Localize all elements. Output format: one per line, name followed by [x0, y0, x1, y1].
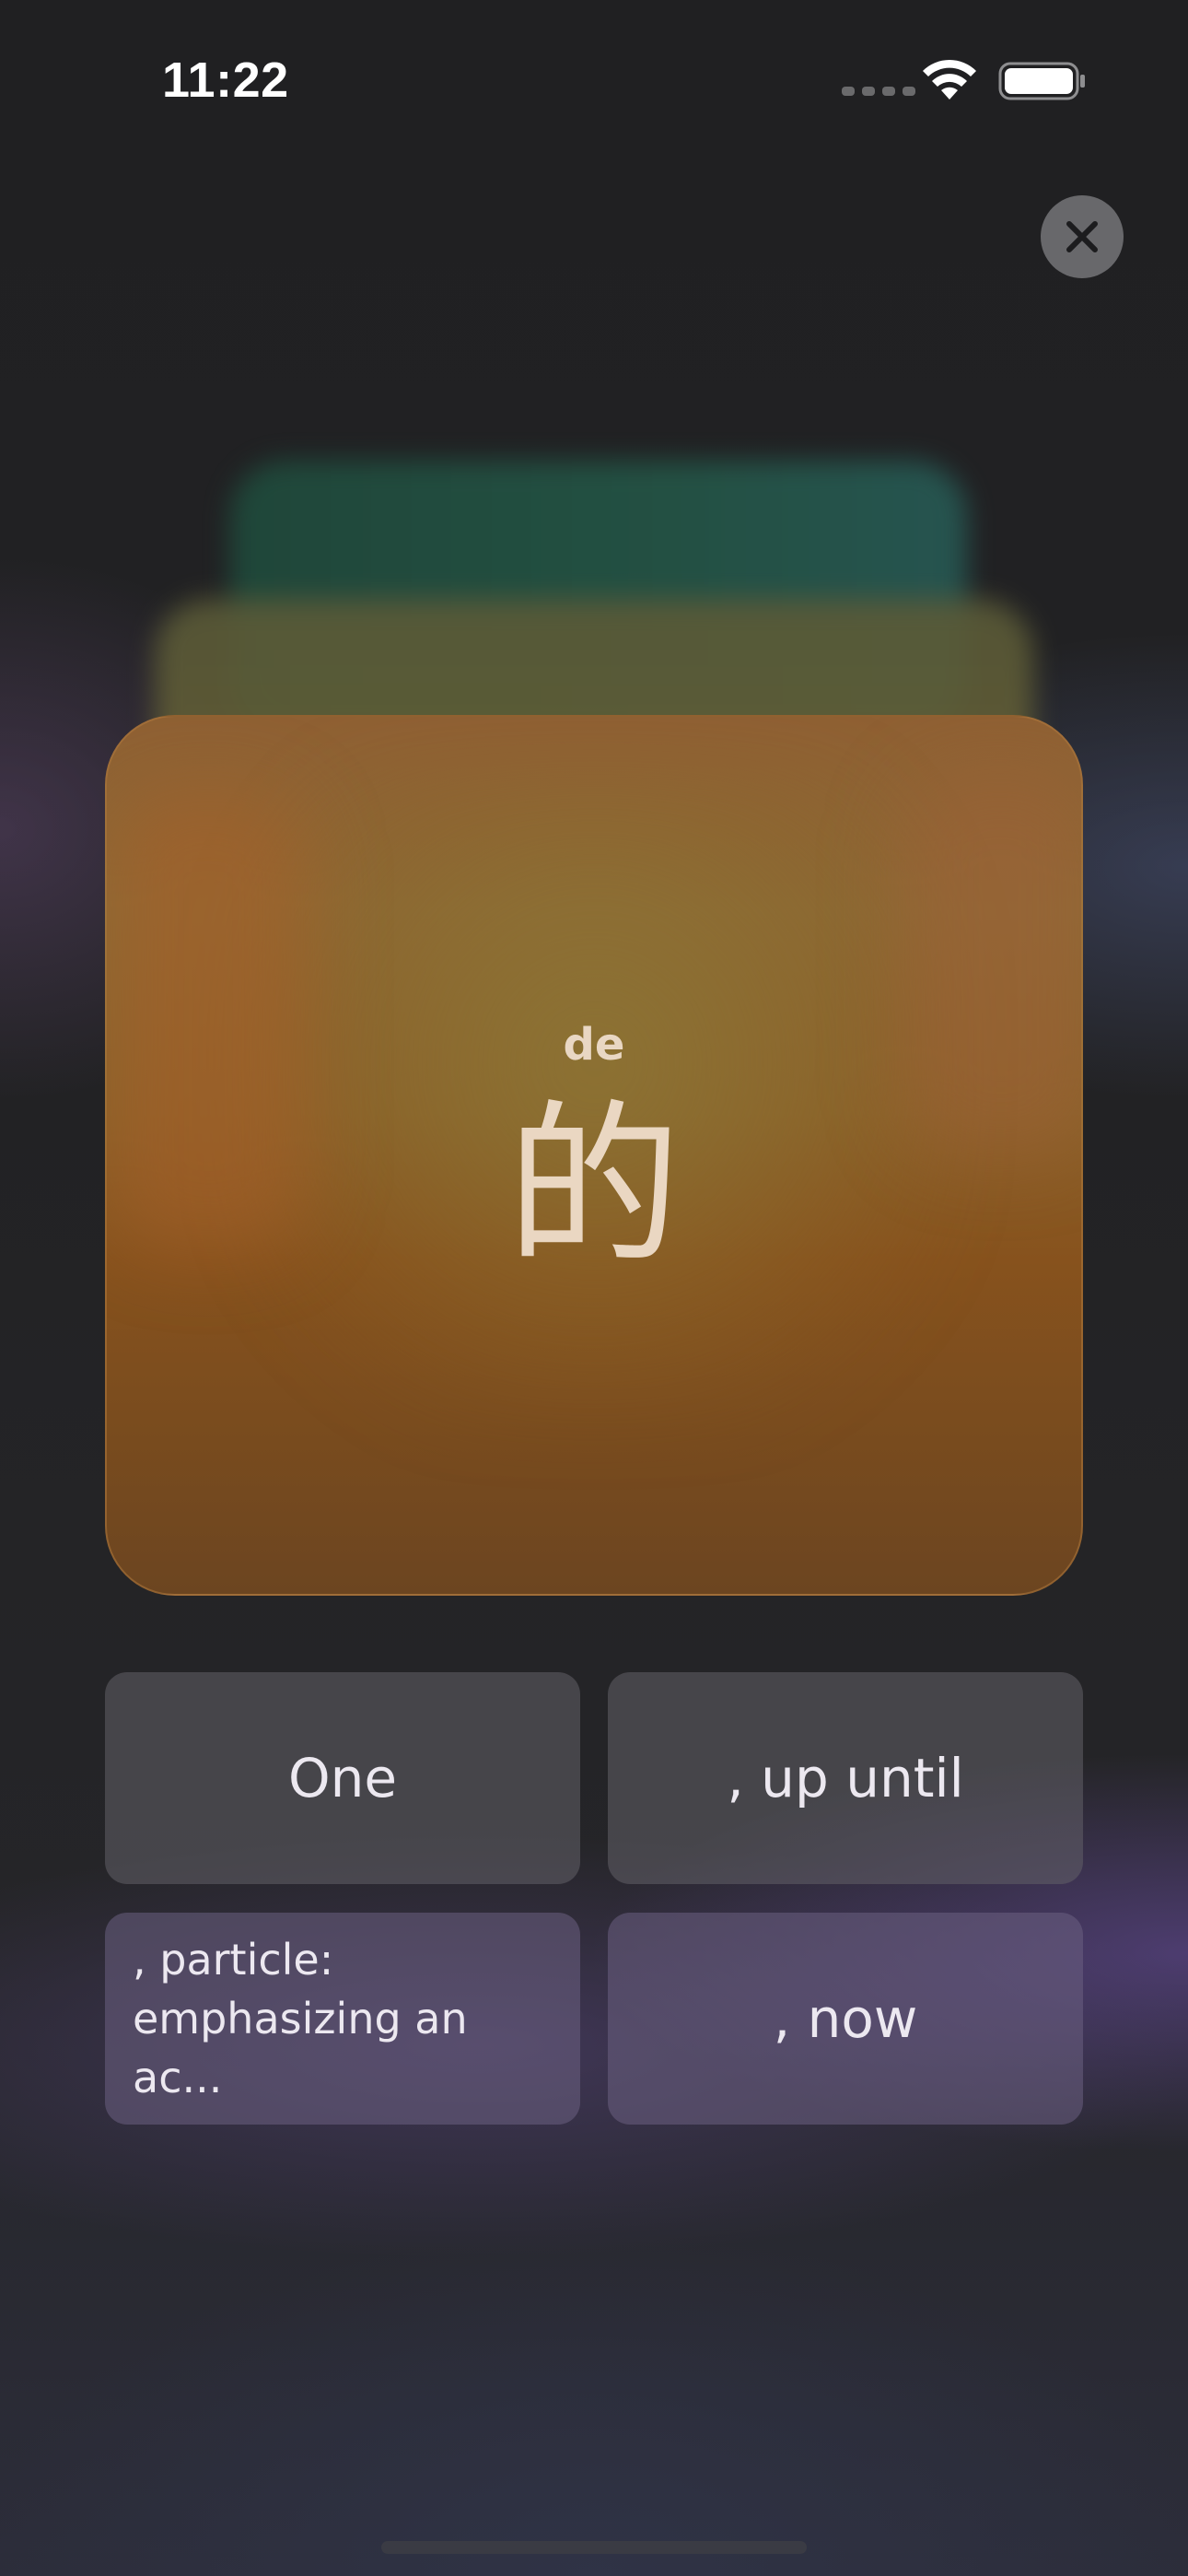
status-time: 11:22 — [162, 53, 289, 108]
battery-icon — [998, 62, 1085, 100]
answer-option-2[interactable]: , up until — [608, 1672, 1083, 1884]
answer-option-3[interactable]: , particle: emphasizing an ac... — [105, 1913, 580, 2125]
answer-option-label: One — [287, 1747, 398, 1809]
wifi-icon — [923, 59, 976, 100]
answer-option-1[interactable]: One — [105, 1672, 580, 1884]
flashcard[interactable]: de 的 — [105, 715, 1083, 1596]
answer-option-label: , up until — [727, 1747, 964, 1809]
pinyin-label: de — [563, 1019, 625, 1071]
home-indicator[interactable] — [381, 2541, 807, 2554]
answer-option-4[interactable]: , now — [608, 1913, 1083, 2125]
close-icon — [1066, 221, 1098, 252]
flashcard-quiz-screen: 11:22 de 的 One , up until , particle: em… — [0, 0, 1188, 2576]
answer-option-label: , now — [773, 1987, 918, 2050]
close-button[interactable] — [1041, 195, 1124, 278]
answer-option-label: , particle: emphasizing an ac... — [133, 1935, 468, 2102]
cellular-signal-icon — [842, 87, 915, 96]
hanzi-character: 的 — [506, 1084, 681, 1288]
